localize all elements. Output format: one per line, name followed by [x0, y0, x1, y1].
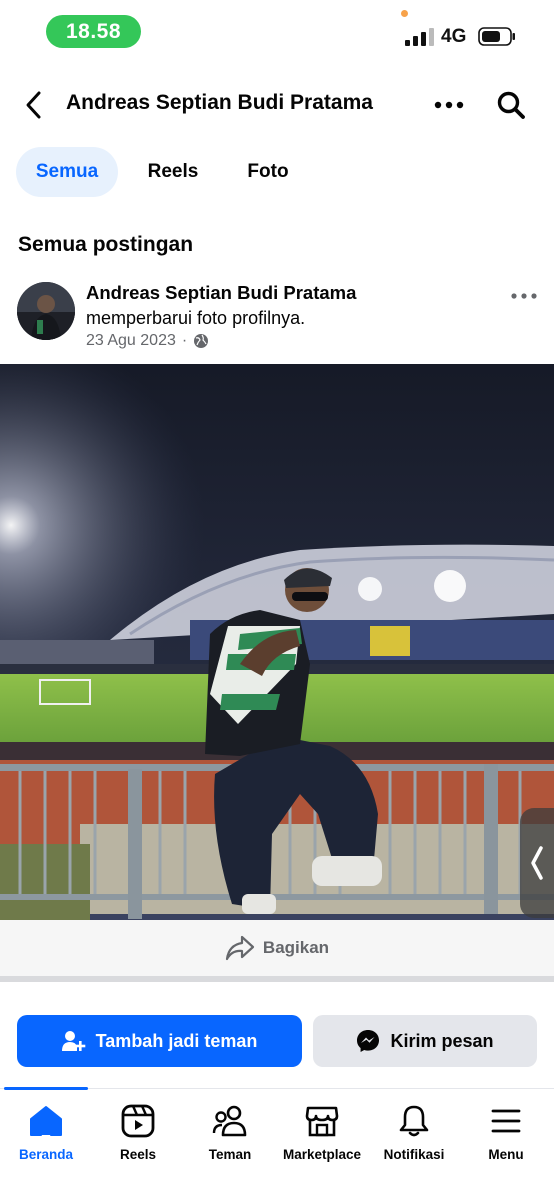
tab-foto[interactable]: Foto	[228, 147, 308, 197]
send-message-label: Kirim pesan	[390, 1030, 494, 1051]
chevron-left-icon	[531, 846, 543, 880]
more-dots-icon	[434, 101, 464, 109]
chevron-left-icon	[26, 91, 41, 119]
privacy-indicator-dot	[401, 10, 408, 17]
marketplace-icon	[305, 1106, 339, 1137]
nav-item-notifikasi[interactable]: Notifikasi	[368, 1101, 460, 1171]
tab-semua[interactable]: Semua	[16, 147, 118, 197]
page-header: Andreas Septian Budi Pratama	[0, 80, 554, 130]
content-tabs: Semua Reels Foto	[16, 146, 308, 198]
nav-item-marketplace[interactable]: Marketplace	[276, 1101, 368, 1171]
post-date[interactable]: 23 Agu 2023	[86, 332, 176, 350]
nav-label-teman: Teman	[208, 1147, 252, 1162]
status-bar: 18.58 4G	[0, 0, 554, 66]
search-button[interactable]	[492, 86, 530, 124]
post-action-text: memperbarui foto profilnya.	[86, 308, 306, 328]
status-time: 18.58	[46, 15, 141, 48]
tab-reels[interactable]: Reels	[118, 147, 228, 197]
nav-label-notifikasi: Notifikasi	[383, 1147, 445, 1162]
menu-icon	[491, 1109, 521, 1133]
messenger-icon	[357, 1030, 380, 1052]
signal-icon	[405, 28, 434, 46]
stadium-photo	[0, 364, 554, 920]
home-icon	[30, 1106, 62, 1136]
nav-item-reels[interactable]: Reels	[92, 1101, 184, 1171]
post-meta: 23 Agu 2023 ·	[86, 332, 209, 350]
post-more-button[interactable]	[508, 285, 540, 307]
page-title: Andreas Septian Budi Pratama	[66, 91, 373, 114]
battery-icon	[478, 27, 515, 46]
post-author[interactable]: Andreas Septian Budi Pratama	[86, 282, 356, 304]
network-type: 4G	[441, 26, 467, 47]
share-label: Bagikan	[262, 938, 330, 957]
nav-label-beranda: Beranda	[18, 1147, 74, 1162]
share-button[interactable]: Bagikan	[0, 920, 554, 976]
share-icon	[225, 935, 255, 961]
post-photo[interactable]	[0, 364, 554, 920]
add-friend-icon	[61, 1031, 85, 1051]
more-options-button[interactable]	[430, 90, 468, 120]
section-title: Semua postingan	[18, 233, 194, 256]
nav-label-menu: Menu	[488, 1147, 524, 1162]
nav-item-beranda[interactable]: Beranda	[0, 1101, 92, 1171]
reels-icon	[121, 1104, 155, 1138]
avatar[interactable]	[17, 282, 75, 340]
active-tab-indicator	[4, 1087, 88, 1090]
more-dots-icon	[511, 293, 537, 299]
nav-item-menu[interactable]: Menu	[460, 1101, 552, 1171]
search-icon	[497, 91, 525, 119]
nav-item-teman[interactable]: Teman	[184, 1101, 276, 1171]
add-friend-button[interactable]: Tambah jadi teman	[17, 1015, 302, 1067]
globe-icon	[194, 334, 209, 348]
meta-separator: ·	[181, 332, 188, 349]
section-divider	[0, 976, 554, 982]
friends-icon	[212, 1105, 247, 1137]
nav-label-marketplace: Marketplace	[282, 1147, 362, 1162]
add-friend-label: Tambah jadi teman	[95, 1030, 258, 1051]
bell-icon	[399, 1105, 429, 1137]
back-button[interactable]	[18, 85, 50, 125]
next-photo-handle[interactable]	[520, 808, 554, 918]
avatar-image	[17, 282, 75, 340]
bottom-navigation: Beranda Reels Teman Marketplace Notifika…	[0, 1087, 554, 1200]
nav-label-reels: Reels	[119, 1147, 157, 1162]
send-message-button[interactable]: Kirim pesan	[313, 1015, 537, 1067]
